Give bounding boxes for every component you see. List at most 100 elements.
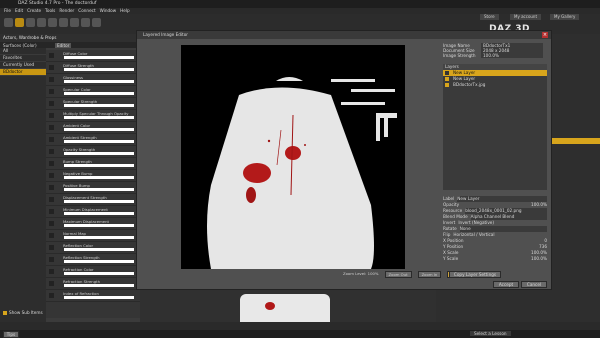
- show-sub-items-checkbox[interactable]: [3, 310, 7, 315]
- property-icon: [49, 149, 54, 154]
- property-slider[interactable]: [64, 104, 134, 107]
- tab-store[interactable]: Store: [480, 14, 499, 20]
- property-row[interactable]: Positive Bump: [46, 182, 141, 194]
- property-slider[interactable]: [64, 272, 134, 275]
- property-slider[interactable]: [64, 56, 134, 59]
- property-row[interactable]: Specular Color: [46, 86, 141, 98]
- property-row[interactable]: Reflection Color: [46, 242, 141, 254]
- eye-icon[interactable]: [445, 71, 449, 75]
- property-row[interactable]: Diffuse Color: [46, 50, 141, 62]
- category-favorites[interactable]: Favorites: [0, 55, 46, 62]
- node-select-icon[interactable]: [15, 18, 24, 27]
- property-row[interactable]: Maximum Displacement: [46, 218, 141, 230]
- property-row[interactable]: Negative Bump: [46, 170, 141, 182]
- scale-tool-icon[interactable]: [48, 18, 57, 27]
- property-slider[interactable]: [64, 80, 134, 83]
- property-row[interactable]: Specular Strength: [46, 98, 141, 110]
- tab-my-account[interactable]: My account: [510, 14, 542, 20]
- property-row[interactable]: Reflection Strength: [46, 254, 141, 266]
- property-slider[interactable]: [64, 224, 134, 227]
- property-icon: [49, 185, 54, 190]
- eye-icon[interactable]: [445, 77, 449, 81]
- zoom-in-button[interactable]: Zoom In: [417, 271, 442, 278]
- bottom-bar: [0, 322, 600, 330]
- property-slider[interactable]: [64, 212, 134, 215]
- property-slider[interactable]: [64, 176, 134, 179]
- property-row[interactable]: Ambient Strength: [46, 134, 141, 146]
- property-slider[interactable]: [64, 164, 134, 167]
- property-icon: [49, 89, 54, 94]
- property-row[interactable]: Minimum Displacement: [46, 206, 141, 218]
- pocket-strip: [376, 113, 380, 141]
- property-row[interactable]: Glossiness: [46, 74, 141, 86]
- show-sub-items[interactable]: Show Sub Items: [3, 310, 43, 315]
- lesson-select[interactable]: Select a Lesson: [470, 331, 511, 336]
- property-icon: [49, 65, 54, 70]
- tips-button[interactable]: Tips: [3, 331, 19, 338]
- zoom-level: Zoom Level: 100%: [343, 271, 379, 276]
- tab-editor[interactable]: Editor: [55, 43, 72, 48]
- tab-actors-wardrobe-props[interactable]: Actors, Wardrobe & Props: [3, 35, 56, 40]
- belt-strip-2: [351, 89, 395, 92]
- blood-drip: [246, 187, 256, 203]
- surface-tool-icon[interactable]: [81, 18, 90, 27]
- universal-tool-icon[interactable]: [59, 18, 68, 27]
- copy-layer-settings-button[interactable]: Copy Layer Settings: [449, 271, 501, 278]
- layer-label: New Layer: [453, 76, 476, 81]
- layer-label: New Layer: [453, 70, 476, 75]
- blood-dot: [267, 139, 271, 143]
- property-slider[interactable]: [64, 188, 134, 191]
- property-row[interactable]: Bump Strength: [46, 158, 141, 170]
- property-slider[interactable]: [64, 260, 134, 263]
- property-slider[interactable]: [64, 68, 134, 71]
- surface-properties-list: Diffuse Color Diffuse Strength Glossines…: [46, 50, 141, 318]
- category-all[interactable]: All: [0, 48, 46, 55]
- render-icon[interactable]: [92, 18, 101, 27]
- accept-button[interactable]: Accept: [493, 281, 519, 288]
- property-icon: [49, 257, 54, 262]
- property-icon: [49, 77, 54, 82]
- property-row[interactable]: Opacity Strength: [46, 146, 141, 158]
- property-slider[interactable]: [64, 248, 134, 251]
- property-slider[interactable]: [64, 284, 134, 287]
- property-row[interactable]: Index of Refraction: [46, 290, 141, 302]
- image-strength-value[interactable]: 100.0%: [481, 53, 543, 58]
- property-row[interactable]: Refraction Color: [46, 266, 141, 278]
- property-icon: [49, 161, 54, 166]
- property-slider[interactable]: [64, 200, 134, 203]
- cancel-button[interactable]: Cancel: [521, 281, 547, 288]
- image-canvas[interactable]: [181, 45, 405, 269]
- y-scale-value[interactable]: 100.0%: [461, 256, 547, 262]
- category-bddoctor[interactable]: BDdoctor: [0, 69, 46, 76]
- texture-preview: [207, 77, 397, 269]
- tab-my-gallery[interactable]: My Gallery: [550, 14, 580, 20]
- category-list: All Favorites Currently Used BDdoctor: [0, 48, 46, 328]
- translate-tool-icon[interactable]: [37, 18, 46, 27]
- app-title: DAZ Studio 4.7 Pro - The doctorduf: [18, 1, 97, 6]
- property-slider[interactable]: [64, 236, 134, 239]
- property-row[interactable]: Normal Map: [46, 230, 141, 242]
- property-slider[interactable]: [64, 116, 134, 119]
- property-row[interactable]: Refraction Strength: [46, 278, 141, 290]
- eye-icon[interactable]: [445, 83, 449, 87]
- property-slider[interactable]: [64, 92, 134, 95]
- property-icon: [49, 101, 54, 106]
- pose-tool-icon[interactable]: [70, 18, 79, 27]
- property-row[interactable]: Ambient Color: [46, 122, 141, 134]
- property-slider[interactable]: [64, 128, 134, 131]
- rotate-tool-icon[interactable]: [26, 18, 35, 27]
- zoom-out-button[interactable]: Zoom Out: [384, 271, 412, 278]
- property-slider[interactable]: [64, 152, 134, 155]
- layer-item[interactable]: BDdoctorTx.jpg: [443, 82, 547, 88]
- property-row[interactable]: Displacement Strength: [46, 194, 141, 206]
- blood-dot-2: [304, 144, 306, 146]
- layer-label: BDdoctorTx.jpg: [453, 82, 486, 87]
- category-currently-used[interactable]: Currently Used: [0, 62, 46, 69]
- select-tool-icon[interactable]: [4, 18, 13, 27]
- property-slider[interactable]: [64, 140, 134, 143]
- property-row[interactable]: Multiply Specular Through Opacity: [46, 110, 141, 122]
- close-icon[interactable]: ×: [542, 32, 548, 38]
- property-slider[interactable]: [64, 296, 134, 299]
- property-row[interactable]: Diffuse Strength: [46, 62, 141, 74]
- property-icon: [49, 245, 54, 250]
